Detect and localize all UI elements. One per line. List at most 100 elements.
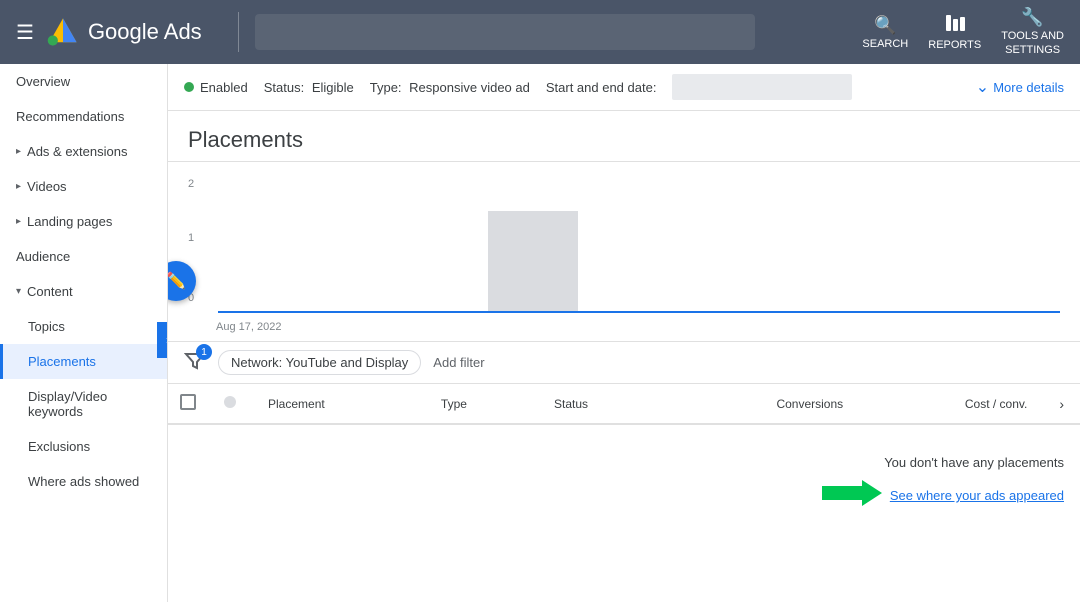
sidebar-item-placements[interactable]: Placements xyxy=(0,344,167,379)
status-value: Eligible xyxy=(312,80,354,95)
status-bar: Enabled Status: Eligible Type: Responsiv… xyxy=(168,64,1080,111)
empty-state-row: You don't have any placements See where … xyxy=(168,424,1080,543)
table-body: You don't have any placements See where … xyxy=(168,424,1080,543)
th-status: Status xyxy=(538,384,667,424)
sidebar-item-label: Overview xyxy=(16,74,70,89)
th-cost-per-conv-label: Cost / conv. xyxy=(965,397,1027,411)
main-content: Enabled Status: Eligible Type: Responsiv… xyxy=(168,64,1080,602)
sidebar-item-display-video-keywords[interactable]: Display/Video keywords xyxy=(0,379,167,429)
status-enabled: Enabled xyxy=(184,80,248,95)
sidebar-item-label: Topics xyxy=(28,319,65,334)
sidebar-item-ads---extensions[interactable]: ▸ Ads & extensions xyxy=(0,134,167,169)
th-more: › xyxy=(1043,384,1080,424)
status-label: Status: xyxy=(264,80,304,95)
reports-icon xyxy=(945,14,965,37)
date-input[interactable] xyxy=(672,74,852,100)
type-field: Type: Responsive video ad xyxy=(370,80,530,95)
date-field: Start and end date: xyxy=(546,80,657,95)
green-arrow-icon xyxy=(822,478,882,513)
sidebar-item-label: Content xyxy=(27,284,73,299)
add-filter-button[interactable]: Add filter xyxy=(433,355,484,370)
chart-inner: 2 1 0 Aug 17, 2022 xyxy=(188,162,1060,341)
nav-search-box xyxy=(255,14,755,50)
sidebar-item-videos[interactable]: ▸ Videos xyxy=(0,169,167,204)
sidebar-item-label: Exclusions xyxy=(28,439,90,454)
type-value: Responsive video ad xyxy=(409,80,530,95)
expand-icon: ▸ xyxy=(16,216,21,227)
tools-nav-button[interactable]: 🔧 TOOLS AND SETTINGS xyxy=(1001,7,1064,56)
filter-icon-wrap[interactable]: 1 xyxy=(184,350,206,375)
sidebar-item-content[interactable]: ▾ Content xyxy=(0,274,167,309)
th-conversions-label: Conversions xyxy=(776,397,843,411)
chart-date-label: Aug 17, 2022 xyxy=(216,321,281,333)
header-checkbox[interactable] xyxy=(180,394,196,410)
expand-icon: ▾ xyxy=(16,286,21,297)
y-label-1: 1 xyxy=(188,232,194,244)
sidebar-item-landing-pages[interactable]: ▸Landing pages xyxy=(0,204,167,239)
page-title: Placements xyxy=(188,127,1060,153)
sidebar-item-label: Placements xyxy=(28,354,96,369)
th-placement-label: Placement xyxy=(268,397,325,411)
expand-icon: ▸ xyxy=(16,146,21,157)
expand-icon: ▸ xyxy=(16,181,21,192)
more-details-button[interactable]: ⌄ More details xyxy=(976,77,1064,97)
th-type-label: Type xyxy=(441,397,467,411)
date-label: Start and end date: xyxy=(546,80,657,95)
nav-actions: 🔍 SEARCH REPORTS 🔧 TOOLS AND SETTINGS xyxy=(862,7,1064,56)
sidebar: Overview Recommendations ▸ Ads & extensions… xyxy=(0,64,168,602)
tools-label: TOOLS AND SETTINGS xyxy=(1001,30,1064,56)
reports-label: REPORTS xyxy=(928,39,981,51)
th-placement: Placement xyxy=(252,384,425,424)
chart-area: ✏️ 2 1 0 Aug 17, 2022 xyxy=(168,162,1080,342)
enabled-dot xyxy=(184,82,194,92)
sidebar-item-label: Videos xyxy=(27,179,67,194)
filter-bar: 1 Network: YouTube and Display Add filte… xyxy=(168,342,1080,384)
nav-divider xyxy=(238,12,239,52)
table-header: Placement Type Status Conversions Cost / xyxy=(168,384,1080,424)
filter-chip[interactable]: Network: YouTube and Display xyxy=(218,350,421,375)
sidebar-item-exclusions[interactable]: Exclusions xyxy=(0,429,167,464)
type-label: Type: xyxy=(370,80,402,95)
sidebar-item-topics[interactable]: Topics xyxy=(0,309,167,344)
th-dot xyxy=(208,384,252,424)
hamburger-menu[interactable]: ☰ xyxy=(16,20,34,45)
search-icon: 🔍 xyxy=(874,15,896,36)
logo-icon xyxy=(46,15,80,49)
search-label: SEARCH xyxy=(862,38,908,50)
th-more-icon: › xyxy=(1059,396,1064,412)
chart-bar xyxy=(488,211,578,311)
table-header-row: Placement Type Status Conversions Cost / xyxy=(168,384,1080,424)
th-checkbox xyxy=(168,384,208,424)
empty-message: You don't have any placements xyxy=(184,455,1064,470)
enabled-label: Enabled xyxy=(200,80,248,95)
filter-badge: 1 xyxy=(196,344,212,360)
sidebar-item-audience[interactable]: Audience xyxy=(0,239,167,274)
sidebar-item-label: Audience xyxy=(16,249,70,264)
th-cost-per-conv: Cost / conv. xyxy=(859,384,1043,424)
reports-nav-button[interactable]: REPORTS xyxy=(928,14,981,51)
sidebar-item-label: Display/Video keywords xyxy=(28,389,151,419)
see-where-link[interactable]: See where your ads appeared xyxy=(890,488,1064,503)
sidebar-item-label: Where ads showed xyxy=(28,474,139,489)
page-header: Placements xyxy=(168,111,1080,162)
app-logo: Google Ads xyxy=(46,15,202,49)
top-navigation: ☰ Google Ads 🔍 SEARCH REPORTS 🔧 TOOLS AN… xyxy=(0,0,1080,64)
sidebar-item-label: Recommendations xyxy=(16,109,124,124)
more-details-label: More details xyxy=(993,80,1064,95)
app-title: Google Ads xyxy=(88,19,202,45)
arrow-link-row: See where your ads appeared xyxy=(184,478,1064,513)
th-type: Type xyxy=(425,384,538,424)
empty-state-cell: You don't have any placements See where … xyxy=(168,424,1080,543)
table-wrap: Placement Type Status Conversions Cost / xyxy=(168,384,1080,602)
sidebar-item-where-ads-showed[interactable]: Where ads showed xyxy=(0,464,167,499)
th-status-label: Status xyxy=(554,397,588,411)
sidebar-collapse-arrow[interactable]: › xyxy=(157,322,168,358)
main-layout: Overview Recommendations ▸ Ads & extensions… xyxy=(0,64,1080,602)
empty-state: You don't have any placements See where … xyxy=(168,425,1080,543)
search-nav-button[interactable]: 🔍 SEARCH xyxy=(862,15,908,50)
sidebar-item-overview[interactable]: Overview xyxy=(0,64,167,99)
sidebar-item-recommendations[interactable]: Recommendations xyxy=(0,99,167,134)
tools-icon: 🔧 xyxy=(1021,7,1043,28)
header-dot xyxy=(224,396,236,408)
sidebar-item-label: Ads & extensions xyxy=(27,144,127,159)
